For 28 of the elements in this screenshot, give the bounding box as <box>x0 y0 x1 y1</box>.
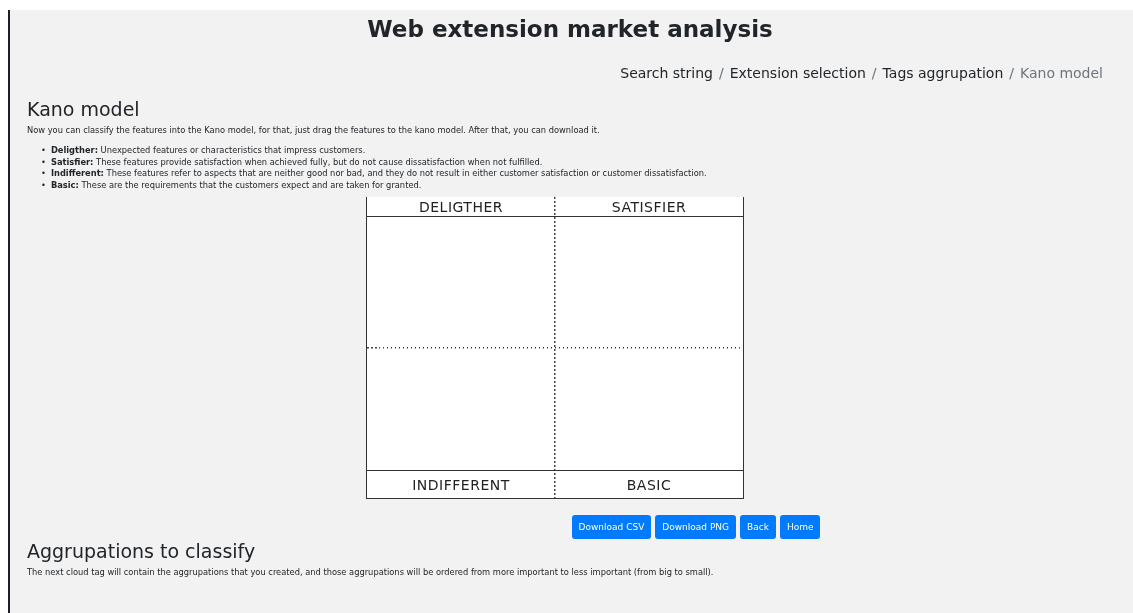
breadcrumb-link[interactable]: Search string <box>620 63 713 83</box>
kano-board[interactable]: DELIGTHER SATISFIER INDIFFERENT BASIC <box>366 197 744 499</box>
bullet-marker: • <box>41 156 46 168</box>
description-text: The next cloud tag will contain the aggrupations that you created, and those aggrupations will be ordered from more important to less important (from big to small). <box>27 566 715 578</box>
definition-item: Deligther: Unexpected features or characteristics that impress customers. <box>50 145 366 157</box>
breadcrumb-separator: / <box>871 64 877 83</box>
breadcrumb-link[interactable]: Tags aggrupation <box>882 63 1004 83</box>
action-button[interactable]: Home <box>779 515 821 539</box>
definition-item: Satisfier: These features provide satisfaction when achieved fully, but do not cause dissatisfaction when not fulfilled. <box>50 156 543 168</box>
action-button[interactable]: Download CSV <box>571 515 652 539</box>
bullet-marker: • <box>41 179 46 191</box>
definition-item: Basic: These are the requirements that the customers expect and are taken for granted. <box>50 179 422 191</box>
breadcrumb-separator: / <box>719 64 724 83</box>
bullet-marker: • <box>41 145 46 157</box>
bullet-marker: • <box>41 168 46 180</box>
section-heading: Kano model <box>27 97 141 121</box>
quadrant-label: BASIC <box>625 475 673 495</box>
definition-item: Indifferent: These features refer to aspects that are neither good nor bad, and they do not result in either customer satisfaction or customer dissatisfaction. <box>50 168 707 180</box>
action-button[interactable]: Download PNG <box>655 515 737 539</box>
page-title: Web extension market analysis <box>366 15 774 43</box>
breadcrumb-link[interactable]: Extension selection <box>729 63 866 83</box>
section-heading: Aggrupations to classify <box>27 539 257 563</box>
breadcrumb-separator: / <box>1009 64 1014 83</box>
quadrant-label: INDIFFERENT <box>411 475 511 495</box>
intro-text: Now you can classify the features into the Kano model, for that, just drag the features to the kano model. After that, you can download it. <box>27 124 601 136</box>
action-button[interactable]: Back <box>740 515 776 539</box>
quadrant-label: SATISFIER <box>610 197 688 216</box>
quadrant-label: DELIGTHER <box>417 197 505 216</box>
